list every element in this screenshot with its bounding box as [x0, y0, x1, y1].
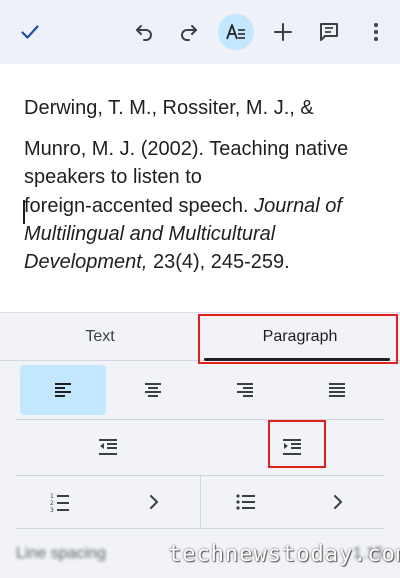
indent-row — [16, 419, 384, 473]
doc-italic-text: Journal of — [254, 195, 342, 217]
numbered-list-icon: 123 — [50, 493, 69, 514]
active-tab-indicator — [204, 358, 390, 361]
doc-italic-text: Development, — [24, 251, 148, 273]
done-button[interactable] — [12, 14, 48, 50]
format-panel: Text Paragraph 123 Line spacing 1.15 tec… — [0, 312, 400, 578]
increase-indent-button[interactable] — [200, 420, 384, 473]
numbered-list-options-button[interactable] — [134, 476, 174, 528]
tab-text[interactable]: Text — [0, 313, 200, 361]
align-center-icon — [145, 383, 161, 397]
undo-button[interactable] — [126, 14, 162, 50]
align-right-button[interactable] — [202, 365, 288, 415]
bulleted-list-button[interactable] — [226, 476, 266, 528]
svg-text:3: 3 — [50, 507, 54, 514]
doc-text: 23(4), 245-259. — [147, 251, 290, 273]
chevron-right-icon — [150, 495, 158, 509]
redo-icon — [181, 25, 197, 41]
doc-line: Munro, M. J. (2002). Teaching native — [24, 138, 349, 160]
indent-decrease-icon — [99, 438, 117, 455]
decrease-indent-button[interactable] — [16, 420, 200, 473]
add-icon — [274, 23, 292, 41]
align-left-button[interactable] — [20, 365, 106, 415]
align-left-icon — [55, 383, 71, 397]
more-vert-icon — [374, 23, 378, 41]
svg-text:1: 1 — [50, 493, 54, 500]
line-spacing-label: Line spacing — [16, 545, 106, 562]
redo-button[interactable] — [171, 14, 207, 50]
doc-line: Multilingual and Multicultural — [24, 222, 275, 246]
doc-line: Derwing, T. M., Rossiter, M. J., & — [24, 97, 314, 119]
doc-line: Development, 23(4), 245-259. — [24, 250, 290, 274]
tab-paragraph[interactable]: Paragraph — [200, 313, 400, 361]
undo-icon — [136, 25, 152, 41]
align-center-button[interactable] — [110, 365, 196, 415]
document-body[interactable]: Derwing, T. M., Rossiter, M. J., & Munro… — [0, 64, 400, 312]
check-icon — [21, 25, 39, 39]
insert-button[interactable] — [265, 14, 301, 50]
alignment-row — [16, 365, 384, 415]
text-format-icon — [226, 24, 245, 40]
more-options-button[interactable] — [358, 14, 394, 50]
comment-button[interactable] — [311, 14, 347, 50]
doc-line: foreign-accented speech. Journal of — [24, 194, 342, 218]
indent-increase-icon — [283, 438, 301, 455]
svg-text:2: 2 — [50, 500, 54, 507]
bulleted-list-icon — [236, 494, 255, 510]
align-right-icon — [237, 383, 253, 397]
top-toolbar — [0, 0, 400, 64]
text-format-button[interactable] — [218, 14, 254, 50]
numbered-list-button[interactable]: 123 — [40, 476, 80, 528]
chevron-right-icon — [334, 495, 342, 509]
doc-italic-text: Multilingual and Multicultural — [24, 223, 276, 245]
format-tabs: Text Paragraph — [0, 313, 400, 361]
bulleted-list-options-button[interactable] — [318, 476, 358, 528]
doc-line: speakers to listen to — [24, 166, 202, 188]
list-divider — [200, 476, 201, 528]
watermark: technewstoday.com — [168, 542, 400, 567]
comment-icon — [320, 23, 338, 41]
list-row: 123 — [16, 475, 384, 529]
doc-text: foreign-accented speech. — [24, 195, 255, 217]
align-justify-icon — [329, 383, 345, 397]
align-justify-button[interactable] — [294, 365, 380, 415]
